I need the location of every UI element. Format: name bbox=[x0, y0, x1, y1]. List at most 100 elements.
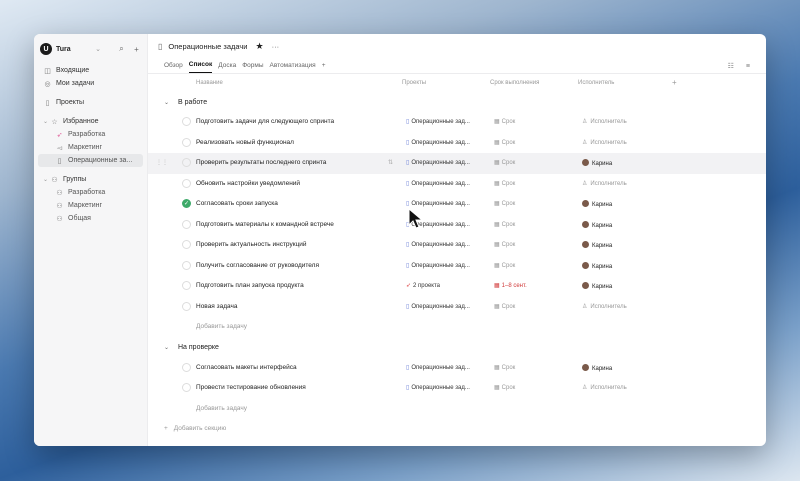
task-checkbox[interactable] bbox=[182, 158, 191, 167]
task-row[interactable]: Новая задача ▯ Операционные зад... ▦ Срок ♙ Ис… bbox=[148, 297, 766, 318]
task-checkbox[interactable] bbox=[182, 240, 191, 249]
section-header[interactable]: ⌄ В работе bbox=[148, 92, 766, 112]
task-project[interactable]: ▯ Операционные зад... bbox=[406, 159, 470, 166]
star-icon[interactable]: ★ bbox=[256, 41, 264, 52]
task-assignee[interactable]: ♙ Исполнитель bbox=[582, 139, 627, 146]
task-assignee[interactable]: Карина bbox=[582, 200, 612, 208]
task-project[interactable]: ▯ Операционные зад... bbox=[406, 303, 470, 310]
task-name[interactable]: Реализовать новый функционал bbox=[196, 139, 294, 146]
task-row[interactable]: Подготовить материалы к командной встреч… bbox=[148, 215, 766, 236]
search-icon[interactable]: ⌕ bbox=[117, 44, 126, 54]
task-checkbox[interactable] bbox=[182, 301, 191, 311]
task-row[interactable]: Согласовать макеты интерфейса ▯ Операционн… bbox=[148, 358, 766, 379]
task-row[interactable]: ⋮⋮ ⇅ Проверить результаты последнего сприн… bbox=[148, 153, 766, 174]
plus-icon[interactable]: + bbox=[132, 45, 141, 54]
tab-automation[interactable]: Автоматизация bbox=[270, 62, 316, 73]
task-name[interactable]: Новая задача bbox=[196, 303, 238, 310]
task-project[interactable]: ▯ Операционные зад... bbox=[406, 180, 470, 187]
sidebar-item-favorite-dev[interactable]: ➶ Разработка bbox=[34, 128, 147, 141]
task-name[interactable]: Провести тестирование обновления bbox=[196, 384, 306, 391]
task-due[interactable]: ▦ Срок bbox=[494, 241, 515, 248]
chevron-down-icon[interactable]: ⌄ bbox=[95, 45, 101, 53]
task-checkbox[interactable]: ✓ bbox=[182, 199, 191, 208]
task-row[interactable]: Подготовить план запуска продукта ➶ 2 прое… bbox=[148, 276, 766, 297]
task-row[interactable]: Проверить актуальность инструкций ▯ Операц… bbox=[148, 235, 766, 256]
task-due[interactable]: ▦ Срок bbox=[494, 139, 515, 146]
task-name[interactable]: Подготовить план запуска продукта bbox=[196, 282, 304, 289]
tab-overview[interactable]: Обзор bbox=[164, 62, 183, 73]
task-name[interactable]: Обновить настройки уведомлений bbox=[196, 180, 300, 187]
task-due[interactable]: ▦ Срок bbox=[494, 118, 515, 125]
task-assignee[interactable]: ♙ Исполнитель bbox=[582, 180, 627, 187]
task-project[interactable]: ▯ Операционные зад... bbox=[406, 384, 470, 391]
column-projects[interactable]: Проекты bbox=[402, 80, 426, 86]
column-name[interactable]: Название bbox=[196, 80, 223, 86]
task-assignee[interactable]: Карина bbox=[582, 261, 612, 270]
tab-forms[interactable]: Формы bbox=[242, 62, 263, 73]
sidebar-item-my-tasks[interactable]: ◎ Мои задачи bbox=[34, 77, 147, 90]
add-column-icon[interactable]: + bbox=[672, 78, 677, 87]
add-section-button[interactable]: + Добавить секцию bbox=[148, 419, 766, 439]
task-assignee[interactable]: Карина bbox=[582, 241, 612, 249]
section-header[interactable]: ⌄ На проверке bbox=[148, 338, 766, 358]
sidebar-item-group-dev[interactable]: ⚇ Разработка bbox=[34, 186, 147, 199]
task-due[interactable]: ▦ Срок bbox=[494, 180, 515, 187]
task-assignee[interactable]: ♙ Исполнитель bbox=[582, 303, 627, 310]
drag-handle-icon[interactable]: ⋮⋮ bbox=[156, 159, 168, 166]
tab-list[interactable]: Список bbox=[188, 61, 213, 73]
tab-board[interactable]: Доска bbox=[218, 62, 236, 73]
sidebar-item-group-marketing[interactable]: ⚇ Маркетинг bbox=[34, 199, 147, 212]
task-due[interactable]: ▦ Срок bbox=[494, 364, 515, 371]
chevron-down-icon[interactable]: ⌄ bbox=[164, 99, 178, 106]
task-project[interactable]: ▯ Операционные зад... bbox=[406, 364, 470, 371]
subtask-icon[interactable]: ⇅ bbox=[388, 159, 393, 166]
task-checkbox[interactable] bbox=[182, 137, 191, 147]
task-project[interactable]: ▯ Операционные зад... bbox=[406, 139, 470, 146]
task-name[interactable]: Проверить результаты последнего спринта bbox=[196, 159, 326, 166]
task-due[interactable]: ▦ Срок bbox=[494, 262, 515, 269]
task-assignee[interactable]: Карина bbox=[582, 220, 612, 229]
task-row[interactable]: Провести тестирование обновления ▯ Операци… bbox=[148, 378, 766, 399]
task-name[interactable]: Подготовить материалы к командной встреч… bbox=[196, 221, 334, 228]
task-name[interactable]: Согласовать сроки запуска bbox=[196, 200, 278, 207]
task-due[interactable]: ▦ Срок bbox=[494, 200, 515, 207]
task-checkbox[interactable] bbox=[182, 281, 191, 290]
task-due[interactable]: ▦ 1–8 сент. bbox=[494, 282, 527, 289]
task-assignee[interactable]: Карина bbox=[582, 282, 612, 290]
add-task-button[interactable]: Добавить задачу bbox=[148, 399, 766, 420]
task-assignee[interactable]: ♙ Исполнитель bbox=[582, 384, 627, 391]
task-name[interactable]: Подготовить задачи для следующего спринт… bbox=[196, 118, 334, 125]
sidebar-item-group-general[interactable]: ⚇ Общая bbox=[34, 212, 147, 225]
task-checkbox[interactable] bbox=[182, 383, 191, 392]
chevron-down-icon[interactable]: ⌄ bbox=[164, 344, 178, 351]
task-row[interactable]: Реализовать новый функционал ▯ Операционны… bbox=[148, 133, 766, 154]
chevron-down-icon[interactable]: ⌄ bbox=[43, 176, 50, 183]
task-project[interactable]: ▯ Операционные зад... bbox=[406, 200, 470, 207]
more-icon[interactable]: ··· bbox=[272, 42, 280, 51]
task-name[interactable]: Согласовать макеты интерфейса bbox=[196, 364, 297, 371]
task-row[interactable]: Подготовить задачи для следующего спринт… bbox=[148, 112, 766, 133]
task-project[interactable]: ➶ 2 проекта bbox=[406, 282, 440, 289]
task-row[interactable]: ✓ Согласовать сроки запуска ▯ Операционные … bbox=[148, 194, 766, 215]
sidebar-item-favorite-ops[interactable]: ▯ Операционные за... bbox=[38, 154, 143, 167]
task-assignee[interactable]: ♙ Исполнитель bbox=[582, 118, 627, 125]
sidebar-item-groups[interactable]: ⌄ ⚇ Группы bbox=[34, 173, 147, 186]
task-due[interactable]: ▦ Срок bbox=[494, 303, 515, 310]
task-assignee[interactable]: Карина bbox=[582, 363, 612, 372]
task-checkbox[interactable] bbox=[182, 117, 191, 126]
chevron-down-icon[interactable]: ⌄ bbox=[43, 118, 50, 125]
task-name[interactable]: Проверить актуальность инструкций bbox=[196, 241, 307, 248]
task-due[interactable]: ▦ Срок bbox=[494, 384, 515, 391]
task-name[interactable]: Получить согласование от руководителя bbox=[196, 262, 319, 269]
task-project[interactable]: ▯ Операционные зад... bbox=[406, 118, 470, 125]
add-tab-icon[interactable]: + bbox=[322, 62, 326, 73]
column-due[interactable]: Срок выполнения bbox=[490, 80, 539, 86]
task-checkbox[interactable] bbox=[182, 178, 191, 188]
sidebar-item-projects[interactable]: ▯ Проекты bbox=[34, 96, 147, 109]
workspace-switcher[interactable]: U Tura ⌄ ⌕ + bbox=[34, 40, 147, 58]
task-checkbox[interactable] bbox=[182, 362, 191, 372]
task-project[interactable]: ▯ Операционные зад... bbox=[406, 241, 470, 248]
task-assignee[interactable]: Карина bbox=[582, 159, 612, 167]
task-project[interactable]: ▯ Операционные зад... bbox=[406, 262, 470, 269]
task-row[interactable]: Обновить настройки уведомлений ▯ Операцион… bbox=[148, 174, 766, 195]
